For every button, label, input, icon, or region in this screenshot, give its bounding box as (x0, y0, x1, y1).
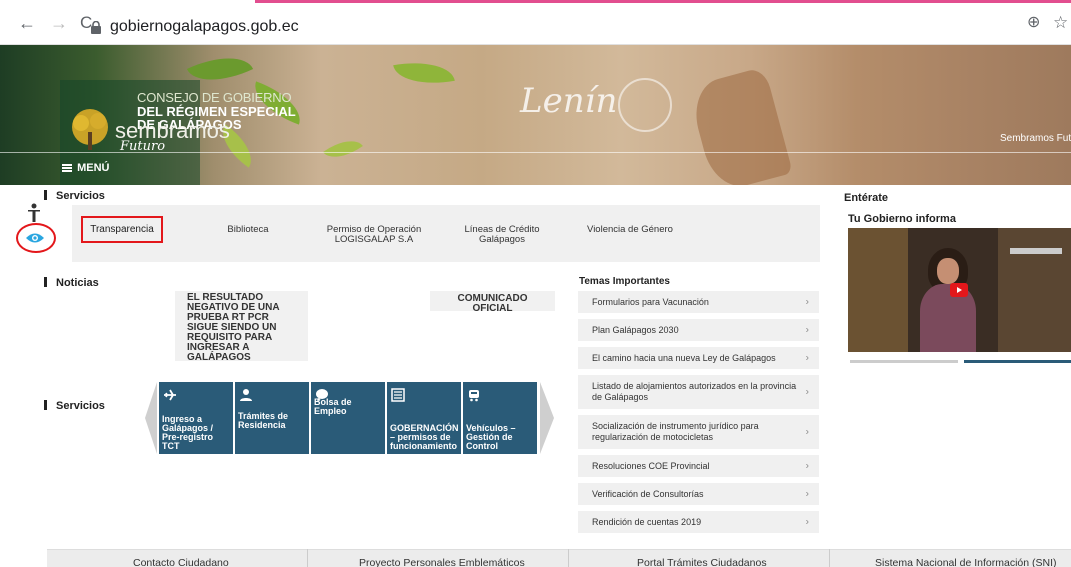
section-heading-temas: Temas Importantes (579, 276, 670, 287)
footer-link[interactable]: Portal Trámites Ciudadanos (637, 557, 767, 567)
presenter-face (937, 258, 959, 284)
footer-divider (568, 549, 569, 567)
service-biblioteca[interactable]: Biblioteca (218, 225, 278, 235)
menu-label: MENÚ (77, 162, 110, 174)
footer-divider (829, 549, 830, 567)
menu-button[interactable]: MENÚ (62, 162, 109, 174)
service-violencia-genero[interactable]: Violencia de Género (580, 225, 680, 235)
chevron-right-icon: › (805, 324, 809, 336)
user-icon (240, 389, 252, 401)
chevron-right-icon: › (805, 352, 809, 364)
service-card-gobernacion[interactable]: GOBERNACIÓN – permisos de funcionamiento (387, 382, 461, 454)
tema-label: Resoluciones COE Provincial (592, 460, 710, 471)
lock-icon (91, 21, 101, 34)
signature-lenin: Lenín (520, 81, 618, 121)
service-card-bolsa-empleo[interactable]: Bolsa de Empleo (311, 382, 385, 454)
footer-divider (307, 549, 308, 567)
car-icon (469, 390, 479, 402)
hero-banner: CONSEJO DE GOBIERNO DEL RÉGIMEN ESPECIAL… (0, 45, 1071, 185)
news-card[interactable]: COMUNICADO OFICIAL (430, 291, 555, 314)
service-card-label: Vehículos – Gestión de Control (466, 423, 516, 451)
zoom-icon[interactable]: ⊕ (1027, 13, 1040, 33)
chevron-right-icon: › (805, 516, 809, 528)
chevron-right-icon: › (805, 296, 809, 308)
leaf-shape (323, 131, 363, 167)
services-strip (72, 205, 820, 262)
tema-label: Verificación de Consultorías (592, 488, 704, 499)
service-card-label: GOBERNACIÓN – permisos de funcionamiento (390, 423, 459, 451)
forward-button[interactable]: → (50, 13, 68, 33)
play-button-icon[interactable] (950, 283, 968, 297)
tab-accent-line (255, 0, 1071, 3)
video-section-title: Tu Gobierno informa (848, 213, 956, 225)
footer-link[interactable]: Contacto Ciudadano (133, 557, 229, 567)
video-logo (1010, 248, 1062, 254)
carousel-next-arrow[interactable] (540, 382, 556, 454)
section-heading-servicios-2: Servicios (44, 400, 105, 412)
tema-label: Listado de alojamientos autorizados en l… (592, 381, 797, 402)
eye-icon[interactable] (25, 232, 45, 244)
leaf-shape (393, 55, 455, 91)
tema-item[interactable]: El camino hacia una nueva Ley de Galápag… (578, 347, 819, 369)
tema-label: Socialización de instrumento jurídico pa… (592, 421, 759, 442)
news-card[interactable]: EL RESULTADO NEGATIVO DE UNA PRUEBA RT P… (175, 291, 308, 363)
tema-item[interactable]: Socialización de instrumento jurídico pa… (578, 415, 819, 449)
video-bg-panel (848, 228, 908, 352)
slider-caption: Sembramos Futu (1000, 133, 1071, 144)
tema-item[interactable]: Plan Galápagos 2030 › (578, 319, 819, 341)
airplane-icon (164, 389, 176, 401)
section-heading-servicios: Servicios (44, 190, 105, 202)
tema-label: Formularios para Vacunación (592, 296, 709, 307)
section-heading-enterate: Entérate (844, 192, 889, 204)
tema-label: Plan Galápagos 2030 (592, 324, 679, 335)
footer-link[interactable]: Sistema Nacional de Información (SNI) (875, 557, 1057, 567)
service-card-tramites-residencia[interactable]: Trámites de Residencia (235, 382, 309, 454)
tema-item[interactable]: Resoluciones COE Provincial › (578, 455, 819, 477)
tema-item[interactable]: Listado de alojamientos autorizados en l… (578, 375, 819, 409)
video-player[interactable] (848, 228, 1071, 352)
org-name-line1: CONSEJO DE GOBIERNO (137, 90, 292, 105)
tema-label: El camino hacia una nueva Ley de Galápag… (592, 352, 776, 363)
tema-label: Rendición de cuentas 2019 (592, 516, 702, 527)
chevron-right-icon: › (805, 426, 809, 438)
coat-of-arms-seal (618, 78, 672, 132)
service-transparencia[interactable]: Transparencia (81, 216, 163, 243)
footer-link[interactable]: Proyecto Personales Emblemáticos (359, 557, 525, 567)
service-card-label: Ingreso a Galápagos / Pre-registro TCT (162, 414, 214, 451)
service-card-label: Trámites de Residencia (238, 411, 289, 430)
tema-item[interactable]: Verificación de Consultorías › (578, 483, 819, 505)
back-button[interactable]: ← (18, 13, 36, 33)
carousel-indicator-active[interactable] (964, 360, 1071, 363)
bookmark-star-icon[interactable]: ☆ (1053, 13, 1068, 33)
hamburger-icon (62, 164, 72, 172)
service-lineas-credito[interactable]: Líneas de Crédito Galápagos (452, 225, 552, 245)
chevron-right-icon: › (805, 386, 809, 398)
service-card-ingreso[interactable]: Ingreso a Galápagos / Pre-registro TCT (159, 382, 233, 454)
section-heading-noticias: Noticias (44, 277, 99, 289)
hand-image (687, 66, 793, 185)
list-document-icon (391, 388, 405, 402)
carousel-prev-arrow[interactable] (143, 382, 157, 454)
carousel-indicator[interactable] (850, 360, 958, 363)
tema-item[interactable]: Formularios para Vacunación › (578, 291, 819, 313)
service-card-vehiculos[interactable]: Vehículos – Gestión de Control (463, 382, 537, 454)
service-permiso-operacion[interactable]: Permiso de Operación LOGISGALAP S.A (318, 225, 430, 245)
video-bg-panel (998, 228, 1071, 352)
accessibility-person-icon[interactable] (26, 203, 42, 223)
address-bar[interactable]: gobiernogalapagos.gob.ec (110, 18, 299, 36)
tema-item[interactable]: Rendición de cuentas 2019 › (578, 511, 819, 533)
chevron-right-icon: › (805, 460, 809, 472)
browser-toolbar: ← → C gobiernogalapagos.gob.ec ⊕ ☆ (0, 0, 1071, 45)
chevron-right-icon: › (805, 488, 809, 500)
banner-divider (0, 152, 1071, 153)
service-card-label: Bolsa de Empleo (314, 397, 352, 416)
tree-logo-icon (72, 109, 108, 150)
